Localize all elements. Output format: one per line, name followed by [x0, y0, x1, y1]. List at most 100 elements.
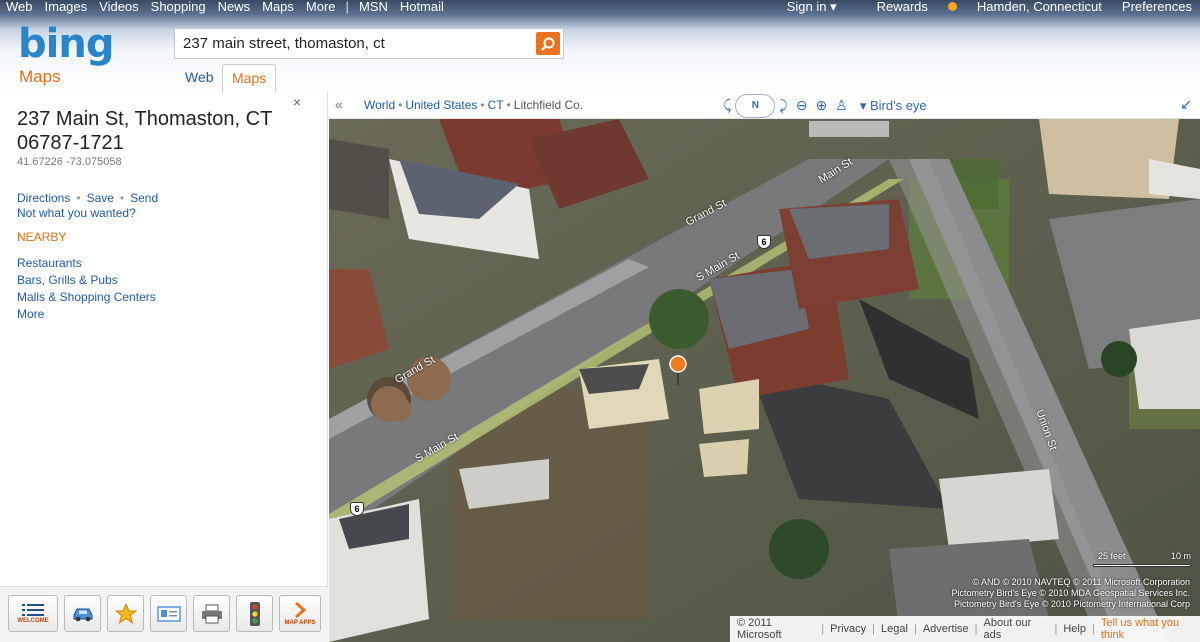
aerial-image — [329, 119, 1200, 642]
compass-icon[interactable]: N — [735, 93, 776, 118]
scale-feet: 25 feet — [1098, 551, 1126, 561]
maps-title: Maps — [19, 67, 61, 86]
nearby-list: Restaurants Bars, Grills & Pubs Malls & … — [17, 255, 156, 323]
nav-separator: | — [345, 0, 349, 14]
nearby-bars[interactable]: Bars, Grills & Pubs — [17, 272, 156, 289]
search-icon — [541, 37, 555, 51]
route-6-shield: 6 — [757, 235, 771, 249]
nav-msn[interactable]: MSN — [353, 0, 394, 16]
bing-logo[interactable]: bing — [18, 24, 114, 64]
nav-hotmail[interactable]: Hotmail — [394, 0, 450, 16]
rewards-icon — [947, 2, 957, 11]
nav-maps[interactable]: Maps — [256, 0, 300, 16]
tab-maps[interactable]: Maps — [222, 64, 277, 92]
zoom-in-icon[interactable]: ⊕ — [816, 97, 828, 114]
rewards-link[interactable]: Rewards — [857, 0, 957, 14]
search-box — [174, 28, 564, 59]
breadcrumb-dot: • — [398, 98, 403, 112]
footer-feedback[interactable]: Tell us what you think — [1101, 617, 1200, 641]
rotate-right-icon[interactable]: ⤸ — [779, 97, 787, 114]
footer-sep: | — [913, 623, 917, 635]
streetside-person-icon[interactable]: ♙ — [835, 97, 848, 114]
nearby-more[interactable]: More — [17, 306, 156, 323]
nav-shopping[interactable]: Shopping — [145, 0, 212, 16]
save-link[interactable]: Save — [87, 191, 114, 205]
copyright-line: © AND © 2010 NAVTEQ © 2011 Microsoft Cor… — [972, 577, 1190, 587]
address-line-2: 06787-1721 — [17, 132, 124, 154]
copyright-line: Pictometry Bird's Eye © 2010 MDA Geospat… — [951, 588, 1190, 598]
star-icon — [114, 602, 137, 624]
rewards-label: Rewards — [876, 0, 928, 14]
footer-help[interactable]: Help — [1063, 623, 1086, 635]
separator-dot: • — [119, 191, 125, 205]
footer-legal[interactable]: Legal — [881, 623, 908, 635]
traffic-light-icon — [249, 601, 260, 626]
breadcrumb-ct[interactable]: CT — [488, 98, 504, 112]
footer-sep: | — [1054, 623, 1058, 635]
arrow-right-icon — [295, 601, 307, 619]
expand-icon[interactable]: ↙ — [1180, 96, 1192, 113]
top-navigation: Web Images Videos Shopping News Maps Mor… — [0, 0, 450, 16]
favorites-button[interactable] — [107, 595, 144, 632]
view-mode-dropdown[interactable]: ▾ Bird's eye — [860, 98, 927, 114]
footer: © 2011 Microsoft | Privacy | Legal | Adv… — [730, 616, 1200, 642]
top-header: Web Images Videos Shopping News Maps Mor… — [0, 0, 1200, 92]
footer-privacy[interactable]: Privacy — [830, 623, 866, 635]
footer-advertise[interactable]: Advertise — [923, 623, 969, 635]
print-button[interactable] — [193, 595, 230, 632]
nav-images[interactable]: Images — [39, 0, 94, 16]
footer-sep: | — [872, 623, 876, 635]
result-actions: Directions • Save • Send — [17, 191, 158, 205]
bottom-toolbar: WELCOME MAP APPS — [0, 586, 328, 642]
separator-dot: • — [76, 191, 81, 205]
footer-about-ads[interactable]: About our ads — [984, 617, 1049, 641]
send-link[interactable]: Send — [130, 191, 158, 205]
imagery-copyright: © AND © 2010 NAVTEQ © 2011 Microsoft Cor… — [952, 577, 1190, 610]
results-panel: × 237 Main St, Thomaston, CT 06787-1721 … — [0, 92, 328, 642]
zoom-out-icon[interactable]: ⊖ — [796, 97, 808, 114]
directions-button[interactable] — [64, 595, 101, 632]
map-canvas[interactable]: Grand St Main St S Main St Grand St S Ma… — [329, 119, 1200, 642]
scale-line — [1093, 564, 1191, 567]
location-pin-icon[interactable] — [668, 355, 688, 385]
close-icon[interactable]: × — [293, 94, 301, 110]
rotate-left-icon[interactable]: ⤹ — [723, 97, 731, 114]
location-link[interactable]: Hamden, Connecticut — [977, 0, 1102, 14]
nav-more[interactable]: More — [300, 0, 342, 16]
nav-videos[interactable]: Videos — [93, 0, 145, 16]
search-button[interactable] — [536, 32, 560, 55]
not-what-you-wanted-link[interactable]: Not what you wanted? — [17, 206, 136, 220]
collapse-panel-icon[interactable]: « — [335, 96, 343, 112]
search-input[interactable] — [175, 29, 525, 58]
footer-sep: | — [821, 623, 825, 635]
nearby-restaurants[interactable]: Restaurants — [17, 255, 156, 272]
breadcrumb-world[interactable]: World — [364, 98, 395, 112]
car-icon — [73, 608, 92, 621]
footer-sep: | — [1091, 623, 1095, 635]
map-apps-button[interactable]: MAP APPS — [279, 595, 321, 632]
coordinates: 41.67226 -73.075058 — [17, 156, 122, 168]
sign-in-link[interactable]: Sign in ▾ — [787, 0, 837, 14]
welcome-label: WELCOME — [17, 618, 49, 624]
directions-link[interactable]: Directions — [17, 191, 70, 205]
nearby-malls[interactable]: Malls & Shopping Centers — [17, 289, 156, 306]
printer-icon — [201, 604, 222, 623]
view-mode-label: Bird's eye — [869, 97, 927, 113]
scale-bar: 25 feet 10 m — [1093, 551, 1191, 571]
breadcrumb: World • United States • CT • Litchfield Co. — [364, 98, 583, 112]
nav-web[interactable]: Web — [0, 0, 39, 16]
nav-news[interactable]: News — [212, 0, 257, 16]
footer-sep: | — [974, 623, 978, 635]
traffic-button[interactable] — [236, 595, 273, 632]
tab-web[interactable]: Web — [176, 64, 223, 92]
address-line-1: 237 Main St, Thomaston, CT — [17, 108, 273, 130]
preferences-link[interactable]: Preferences — [1122, 0, 1192, 14]
share-button[interactable] — [150, 595, 187, 632]
welcome-button[interactable]: WELCOME — [8, 595, 58, 632]
breadcrumb-county: Litchfield Co. — [513, 98, 584, 112]
breadcrumb-us[interactable]: United States — [405, 98, 477, 112]
card-icon — [156, 605, 181, 622]
route-6-shield: 6 — [350, 502, 364, 516]
map-apps-label: MAP APPS — [284, 620, 316, 626]
map-controls: ⤹ N ⤸ ⊖ ⊕ ♙ ▾ Bird's eye — [719, 93, 927, 118]
